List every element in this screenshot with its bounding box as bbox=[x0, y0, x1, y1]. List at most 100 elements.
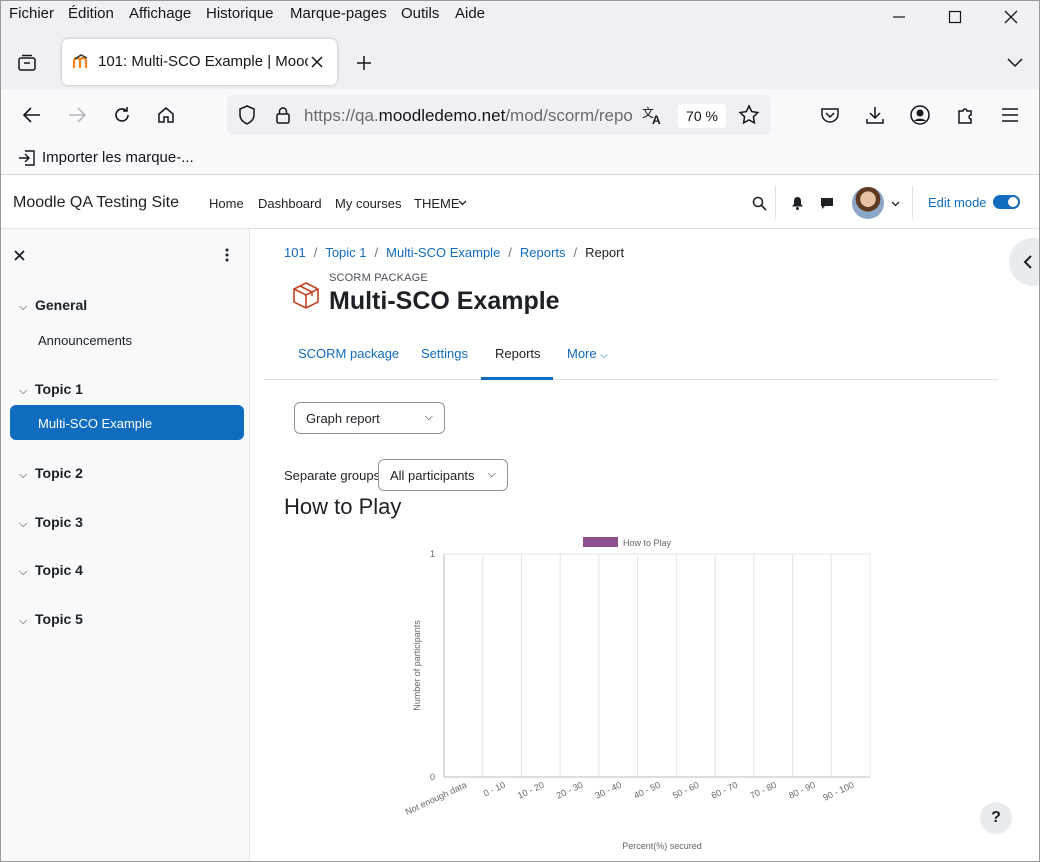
search-icon[interactable] bbox=[749, 193, 769, 213]
bookmarks-toolbar: Importer les marque-... bbox=[1, 141, 1039, 175]
navigation-toolbar: https://qa.moodledemo.net/mod/scorm/repo… bbox=[1, 89, 1039, 141]
chevron-down-icon[interactable]: ⌵ bbox=[19, 615, 35, 628]
header-divider bbox=[775, 186, 776, 219]
groups-select[interactable]: All participants ⌵ bbox=[378, 459, 508, 491]
back-icon[interactable] bbox=[19, 103, 45, 127]
menu-fichier[interactable]: Fichier bbox=[9, 5, 54, 22]
lock-icon[interactable] bbox=[272, 105, 294, 125]
nav-home[interactable]: Home bbox=[209, 196, 244, 211]
page-title: Multi-SCO Example bbox=[329, 287, 560, 315]
legend-swatch bbox=[583, 537, 618, 547]
x-tick-label: 60 - 70 bbox=[710, 780, 740, 801]
close-window-icon[interactable] bbox=[991, 5, 1031, 29]
import-icon bbox=[17, 149, 37, 167]
url-text: https://qa.moodledemo.net/mod/scorm/repo… bbox=[304, 106, 634, 125]
shield-icon[interactable] bbox=[236, 105, 258, 125]
tab-overview-icon[interactable] bbox=[13, 49, 41, 77]
x-tick-label: 0 - 10 bbox=[482, 780, 507, 799]
chevron-down-icon: ⌵ bbox=[487, 468, 496, 480]
section-topic-1[interactable]: ⌵ Topic 1 bbox=[19, 381, 83, 398]
zoom-level[interactable]: 70 % bbox=[678, 104, 726, 128]
translate-icon[interactable]: 文A bbox=[641, 104, 665, 126]
browser-tab-active[interactable]: 101: Multi-SCO Example | Moodle bbox=[62, 39, 337, 85]
y-axis-title: Number of participants bbox=[412, 620, 422, 711]
x-tick-label: 70 - 80 bbox=[748, 780, 778, 801]
nav-my-courses[interactable]: My courses bbox=[335, 196, 401, 211]
active-tab-indicator bbox=[481, 377, 553, 380]
new-tab-icon[interactable] bbox=[351, 50, 377, 76]
pocket-icon[interactable] bbox=[817, 103, 843, 127]
y-tick-label: 0 bbox=[430, 772, 435, 782]
moodle-favicon-icon bbox=[72, 53, 90, 71]
x-axis-title: Percent(%) secured bbox=[622, 841, 702, 851]
bookmark-star-icon[interactable] bbox=[737, 104, 761, 126]
x-tick-label: 20 - 30 bbox=[555, 780, 585, 801]
x-tick-label: 40 - 50 bbox=[632, 780, 662, 801]
list-tabs-chevron-icon[interactable] bbox=[1003, 53, 1027, 73]
chevron-down-icon[interactable]: ⌵ bbox=[19, 566, 35, 579]
tab-more[interactable]: More ⌵ bbox=[567, 346, 608, 361]
breadcrumb-101[interactable]: 101 bbox=[284, 245, 306, 260]
menu-outils[interactable]: Outils bbox=[401, 5, 439, 22]
help-button[interactable]: ? bbox=[980, 802, 1012, 834]
menu-historique[interactable]: Historique bbox=[206, 5, 274, 22]
breadcrumb-reports[interactable]: Reports bbox=[520, 245, 566, 260]
minimize-icon[interactable] bbox=[879, 5, 919, 29]
site-name[interactable]: Moodle QA Testing Site bbox=[13, 194, 179, 212]
notifications-bell-icon[interactable] bbox=[787, 193, 807, 213]
close-drawer-icon[interactable] bbox=[11, 247, 27, 263]
chevron-down-icon[interactable]: ⌵ bbox=[19, 301, 35, 314]
import-bookmarks-link[interactable]: Importer les marque-... bbox=[42, 149, 194, 166]
nav-dashboard[interactable]: Dashboard bbox=[258, 196, 322, 211]
close-tab-icon[interactable] bbox=[308, 53, 326, 71]
menu-aide[interactable]: Aide bbox=[455, 5, 485, 22]
section-topic-2[interactable]: ⌵ Topic 2 bbox=[19, 465, 83, 482]
legend-label: How to Play bbox=[623, 538, 672, 548]
menu-edition[interactable]: Édition bbox=[68, 5, 114, 22]
nav-theme[interactable]: THEME bbox=[414, 196, 460, 211]
tab-settings[interactable]: Settings bbox=[421, 346, 468, 361]
separate-groups-label: Separate groups bbox=[284, 468, 381, 483]
messages-icon[interactable] bbox=[817, 193, 837, 213]
app-menu-icon[interactable] bbox=[997, 103, 1023, 127]
account-icon[interactable] bbox=[907, 103, 933, 127]
chevron-left-icon bbox=[1019, 254, 1035, 270]
reload-icon[interactable] bbox=[109, 103, 135, 127]
theme-chevron-down-icon bbox=[456, 197, 468, 209]
drawer-options-icon[interactable] bbox=[219, 247, 235, 263]
edit-mode-label[interactable]: Edit mode bbox=[928, 195, 987, 210]
breadcrumb-report: Report bbox=[585, 245, 625, 260]
svg-text:A: A bbox=[652, 113, 661, 125]
chevron-down-icon[interactable]: ⌵ bbox=[19, 385, 35, 398]
drawer-item-announcements[interactable]: Announcements bbox=[38, 333, 132, 348]
menu-affichage[interactable]: Affichage bbox=[129, 5, 191, 22]
main-content: 101/Topic 1/Multi-SCO Example / Reports / Re… bbox=[250, 229, 1039, 861]
user-menu-chevron-icon[interactable] bbox=[889, 198, 901, 210]
maximize-icon[interactable] bbox=[935, 5, 975, 29]
extensions-icon[interactable] bbox=[952, 103, 978, 127]
browser-window: Fichier Édition Affichage Historique Mar… bbox=[0, 0, 1040, 862]
report-type-select[interactable]: Graph report ⌵ bbox=[294, 402, 445, 434]
tab-scorm-package[interactable]: SCORM package bbox=[298, 346, 399, 361]
tab-title: 101: Multi-SCO Example | Moodle bbox=[98, 53, 308, 70]
downloads-icon[interactable] bbox=[862, 103, 888, 127]
tab-reports[interactable]: Reports bbox=[495, 346, 541, 361]
section-topic-5[interactable]: ⌵ Topic 5 bbox=[19, 611, 83, 628]
url-bar[interactable]: https://qa.moodledemo.net/mod/scorm/repo… bbox=[227, 95, 770, 135]
chevron-down-icon[interactable]: ⌵ bbox=[19, 469, 35, 482]
section-general[interactable]: ⌵ General bbox=[19, 297, 87, 314]
activity-type-label: SCORM PACKAGE bbox=[329, 272, 428, 284]
x-tick-label: Not enough data bbox=[404, 780, 469, 817]
breadcrumb-topic-1[interactable]: Topic 1 bbox=[325, 245, 366, 260]
chevron-down-icon[interactable]: ⌵ bbox=[19, 518, 35, 531]
forward-icon bbox=[64, 103, 90, 127]
section-topic-3[interactable]: ⌵ Topic 3 bbox=[19, 514, 83, 531]
menu-marque-pages[interactable]: Marque-pages bbox=[290, 5, 387, 22]
edit-mode-toggle[interactable] bbox=[993, 195, 1020, 209]
home-icon[interactable] bbox=[153, 103, 179, 127]
drawer-item-multi-sco-example[interactable]: Multi-SCO Example bbox=[10, 405, 244, 440]
section-topic-4[interactable]: ⌵ Topic 4 bbox=[19, 562, 83, 579]
user-avatar[interactable] bbox=[852, 187, 884, 219]
section-heading: How to Play bbox=[284, 494, 402, 519]
breadcrumb-multi-sco[interactable]: Multi-SCO Example bbox=[386, 245, 500, 260]
